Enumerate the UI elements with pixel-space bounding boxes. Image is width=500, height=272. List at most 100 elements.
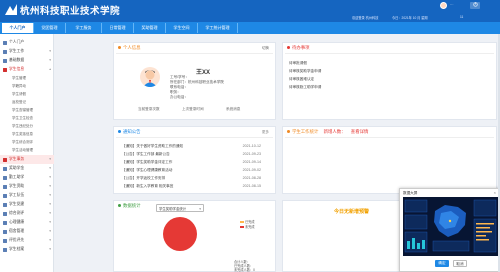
dialog-title: 数据大屏 bbox=[403, 190, 418, 195]
sidebar-item-evaluation[interactable]: 综合测评 ▾ bbox=[0, 209, 54, 218]
sidebar-item-dormitory[interactable]: 宿舍管理 ▾ bbox=[0, 227, 54, 236]
profile-stat: 上次登录时间 bbox=[182, 107, 204, 111]
money-icon bbox=[3, 184, 7, 189]
bell-icon bbox=[287, 46, 290, 50]
tab-personal-portal[interactable]: 个人门户 bbox=[2, 23, 34, 33]
sidebar-item-staff[interactable]: 学工队伍 ▾ bbox=[0, 191, 54, 200]
profile-info-line: 办公电话： bbox=[170, 95, 188, 99]
notice-row[interactable]: 【通知】关于做好学生资助工作的通知 2021-10-12 bbox=[122, 144, 267, 152]
sidebar-subitem[interactable]: 学生查寝管理 bbox=[0, 106, 54, 114]
logout-button[interactable] bbox=[470, 2, 480, 9]
todo-item[interactable]: 待审核困难认定 bbox=[289, 77, 314, 82]
sidebar-subitem[interactable]: 学生请假 bbox=[0, 90, 54, 98]
notice-row[interactable]: 【公告】学生工作部 最新公告 2021-09-23 bbox=[122, 152, 267, 160]
sidebar-subitem[interactable]: 学生活动管理 bbox=[0, 146, 54, 154]
tab-student-space[interactable]: 学生空间 bbox=[166, 23, 198, 33]
award-icon bbox=[3, 166, 7, 171]
todo-item[interactable]: 待审核奖助学金申请 bbox=[289, 69, 321, 74]
todo-item[interactable]: 待审批请假 bbox=[289, 61, 307, 66]
user-avatar[interactable] bbox=[440, 2, 447, 9]
folder-icon bbox=[3, 49, 7, 54]
todo-panel: 待办事项 待审批请假 待审核奖助学金申请 待审核困难认定 待审核勤工助学申请 bbox=[282, 42, 497, 120]
school-logo-icon bbox=[5, 4, 17, 15]
divider bbox=[116, 137, 273, 138]
chevron-down-icon: ▾ bbox=[49, 247, 51, 251]
sidebar-subitem[interactable]: 学生奖惩信息 bbox=[0, 130, 54, 138]
dashboard-preview-graphic bbox=[404, 199, 497, 253]
profile-stat: 当前登录次数 bbox=[138, 107, 160, 111]
view-details-link[interactable]: 查看详情 bbox=[351, 129, 369, 134]
dialog-ok-button[interactable]: 确定 bbox=[435, 260, 449, 267]
work-stats-panel-title: 学生工作统计 新增人数： 查看详情 bbox=[287, 129, 368, 135]
chevron-down-icon: ▾ bbox=[49, 49, 51, 53]
tab-daily-management[interactable]: 日常管理 bbox=[102, 23, 134, 33]
stats-panel-title: 数据统计 bbox=[118, 203, 141, 209]
notice-row[interactable]: 【通知】学生奖助学金评定工作 2021-09-14 bbox=[122, 160, 267, 168]
chevron-down-icon: ▾ bbox=[49, 238, 51, 242]
team-icon bbox=[3, 193, 7, 198]
chevron-down-icon: ▾ bbox=[49, 211, 51, 215]
chevron-down-icon: ▾ bbox=[49, 157, 51, 161]
chevron-down-icon: ▾ bbox=[199, 207, 201, 211]
chevron-down-icon: ▾ bbox=[49, 220, 51, 224]
chevron-down-icon: ▾ bbox=[49, 193, 51, 197]
stats-select[interactable]: 学生奖助学金统计 ▾ bbox=[156, 204, 204, 212]
briefcase-icon bbox=[3, 175, 7, 180]
sidebar-item-affairs[interactable]: 学生事务 ▾ bbox=[0, 155, 54, 164]
chevron-down-icon: ▾ bbox=[49, 166, 51, 170]
tab-statistics[interactable]: 学工统计管理 bbox=[198, 23, 238, 33]
sidebar-item-base-data[interactable]: 基础数据 ▾ bbox=[0, 56, 54, 65]
stats-footer: 未完成人数：0 bbox=[234, 268, 255, 272]
dashboard-preview bbox=[403, 197, 498, 256]
header-user-name[interactable]: … bbox=[450, 2, 454, 6]
sidebar-item-honors[interactable]: 评优评先 ▾ bbox=[0, 236, 54, 245]
sidebar-item-party[interactable]: 学生党建 ▾ bbox=[0, 200, 54, 209]
close-icon[interactable]: × bbox=[494, 190, 496, 195]
sidebar: 个人门户 学生工作 ▾ 基础数据 ▾ 学生信息 ▴ 学生管理 学籍异动 学生请假 返校… bbox=[0, 34, 54, 272]
notice-row[interactable]: 【公告】开学返校工作安排 2021-08-28 bbox=[122, 176, 267, 184]
new-count-link[interactable]: 新增人数： bbox=[324, 129, 346, 134]
sidebar-item-student-info[interactable]: 学生信息 ▴ bbox=[0, 65, 54, 74]
sidebar-item-aid[interactable]: 学生资助 ▾ bbox=[0, 182, 54, 191]
sidebar-item-archives[interactable]: 学生档案 ▾ bbox=[0, 245, 54, 254]
tab-party-league[interactable]: 党团管理 bbox=[34, 23, 66, 33]
sidebar-item-student-work[interactable]: 学生工作 ▾ bbox=[0, 47, 54, 56]
sidebar-item-mental-health[interactable]: 心理健康 ▾ bbox=[0, 218, 54, 227]
header-info-date: 今日：2021年 10 月 星期 bbox=[392, 16, 428, 20]
building-icon bbox=[3, 229, 7, 234]
database-icon bbox=[3, 58, 7, 63]
sidebar-subitem[interactable]: 学生卫生检查 bbox=[0, 114, 54, 122]
archive-icon bbox=[3, 247, 7, 252]
divider bbox=[116, 53, 273, 54]
data-screen-dialog: 数据大屏 × 确定 取消 bbox=[399, 188, 500, 272]
tab-awards[interactable]: 奖助管理 bbox=[134, 23, 166, 33]
profile-avatar bbox=[140, 67, 160, 87]
todo-item[interactable]: 待审核勤工助学申请 bbox=[289, 85, 321, 90]
notice-row[interactable]: 【通知】学生心理健康教育活动 2021-09-02 bbox=[122, 168, 267, 176]
sidebar-subitem[interactable]: 学生违纪处分 bbox=[0, 122, 54, 130]
clipboard-icon bbox=[3, 157, 7, 162]
sidebar-subitem[interactable]: 学籍异动 bbox=[0, 82, 54, 90]
notice-row[interactable]: 【通知】新生入学教育 相关事宜 2021-08-15 bbox=[122, 184, 267, 192]
dialog-cancel-button[interactable]: 取消 bbox=[453, 260, 467, 267]
user-icon bbox=[118, 46, 121, 50]
sidebar-subitem[interactable]: 返校登记 bbox=[0, 98, 54, 106]
sidebar-subitem[interactable]: 学生综合测评 bbox=[0, 138, 54, 146]
header-info-left: 欢迎登录 杭州科技 bbox=[352, 16, 379, 20]
megaphone-icon bbox=[118, 130, 121, 134]
chevron-up-icon: ▴ bbox=[49, 67, 51, 71]
chart-icon bbox=[3, 211, 7, 216]
tab-student-services[interactable]: 学工服务 bbox=[66, 23, 102, 33]
sidebar-item-portal[interactable]: 个人门户 bbox=[0, 38, 54, 47]
more-link[interactable]: 更多 bbox=[262, 130, 269, 135]
sidebar-item-work-study[interactable]: 勤工助学 ▾ bbox=[0, 173, 54, 182]
user-icon bbox=[3, 67, 7, 72]
chevron-down-icon: ▾ bbox=[49, 184, 51, 188]
chevron-down-icon: ▾ bbox=[49, 58, 51, 62]
chevron-down-icon: ▾ bbox=[49, 229, 51, 233]
sidebar-item-scholarships[interactable]: 奖助学金 ▾ bbox=[0, 164, 54, 173]
app-header: 杭州科技职业技术学院 欢迎登录 杭州科技 今日：2021年 10 月 星期 11… bbox=[0, 0, 500, 22]
sidebar-subitem[interactable]: 学生管理 bbox=[0, 74, 54, 82]
divider bbox=[285, 137, 494, 138]
switch-link[interactable]: 切换 bbox=[262, 46, 269, 51]
